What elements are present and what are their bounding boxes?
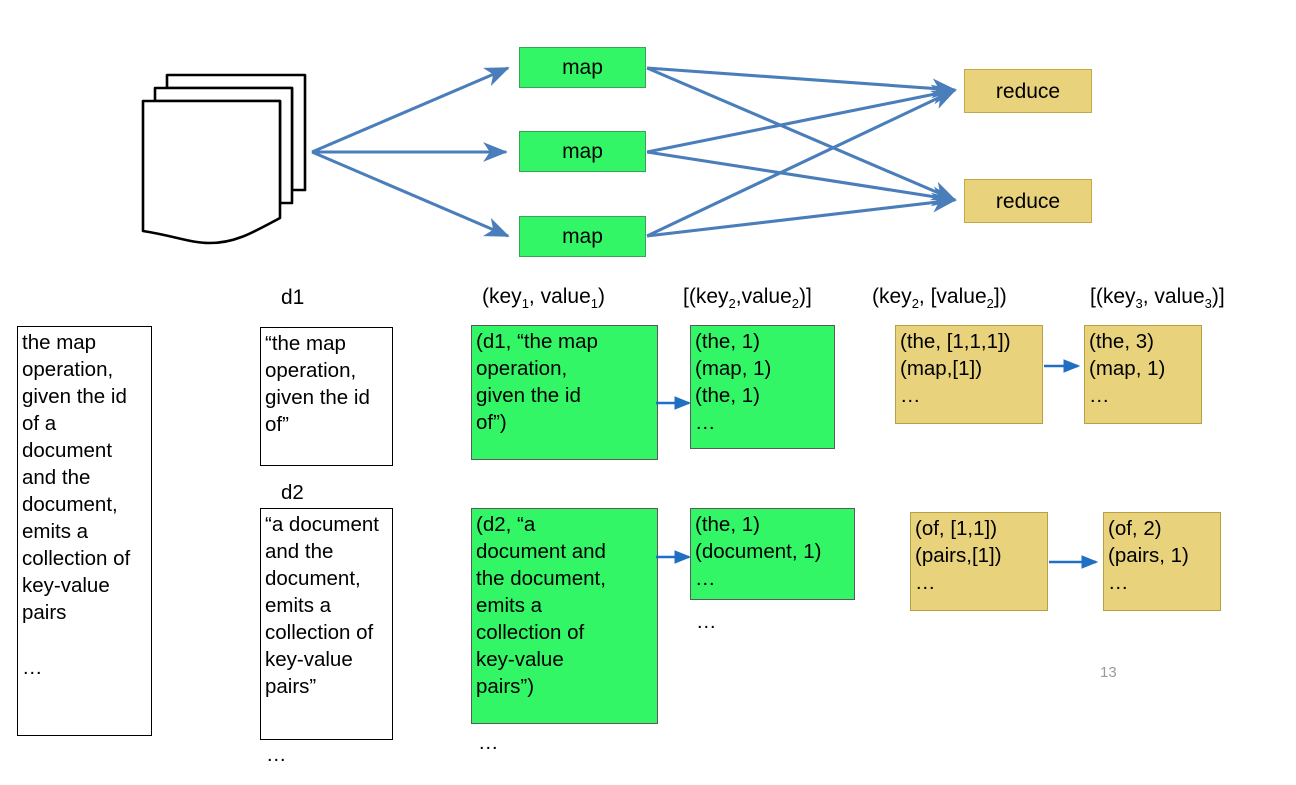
map-node-1[interactable]: map <box>519 47 646 88</box>
map-node-2-label: map <box>562 140 603 163</box>
document-d2-box: “a document and the document, emits a co… <box>260 508 393 740</box>
reduced-output-box-1: (the, 3) (map, 1) … <box>1084 325 1202 424</box>
map-output-d1-box: (the, 1) (map, 1) (the, 1) … <box>690 325 835 449</box>
reduce-node-2-label: reduce <box>995 189 1061 213</box>
document-column-ellipsis: … <box>266 743 288 766</box>
arrow-grouped-1-to-reduced-1 <box>1044 359 1081 373</box>
arrow-grouped-2-to-reduced-2 <box>1049 555 1099 569</box>
map-input-pair-d1-box: (d1, “the map operation, given the id of… <box>471 325 658 460</box>
map-input-pair-d2-box: (d2, “a document and the document, emits… <box>471 508 658 724</box>
column-header-key2-value2-list: [(key2,value2)] <box>683 285 812 312</box>
column-header-key3-value3-list: [(key3, value3)] <box>1090 285 1225 312</box>
reduce-node-1-label: reduce <box>995 79 1061 103</box>
grouped-pairs-box-2: (of, [1,1]) (pairs,[1]) … <box>910 512 1048 611</box>
column-header-key1-value1: (key1, value1) <box>482 285 606 312</box>
grouped-pairs-box-1: (the, [1,1,1]) (map,[1]) … <box>895 325 1043 424</box>
map-output-column-ellipsis: … <box>696 610 718 633</box>
map-output-d2-box: (the, 1) (document, 1) … <box>690 508 855 600</box>
map-input-column-ellipsis: … <box>478 731 500 754</box>
document-d2-label: d2 <box>281 481 304 504</box>
column-header-d1: d1 <box>281 286 305 309</box>
map-node-2[interactable]: map <box>519 131 646 172</box>
slide-number: 13 <box>1100 664 1117 681</box>
reduce-node-2[interactable]: reduce <box>964 179 1092 223</box>
column-header-key2-grouped: (key2, [value2]) <box>872 285 1007 312</box>
map-node-1-label: map <box>562 56 603 79</box>
document-stack-icon <box>141 73 307 245</box>
map-node-3[interactable]: map <box>519 216 646 257</box>
flow-diagram <box>141 66 957 245</box>
reduce-node-1[interactable]: reduce <box>964 69 1092 113</box>
corpus-text-box: the map operation, given the id of a doc… <box>17 326 152 736</box>
document-d1-box: “the map operation, given the id of” <box>260 327 393 466</box>
slide-canvas: map map map reduce reduce d1 (key1, valu… <box>0 0 1296 785</box>
map-node-3-label: map <box>562 225 603 248</box>
reduced-output-box-2: (of, 2) (pairs, 1) … <box>1103 512 1221 611</box>
